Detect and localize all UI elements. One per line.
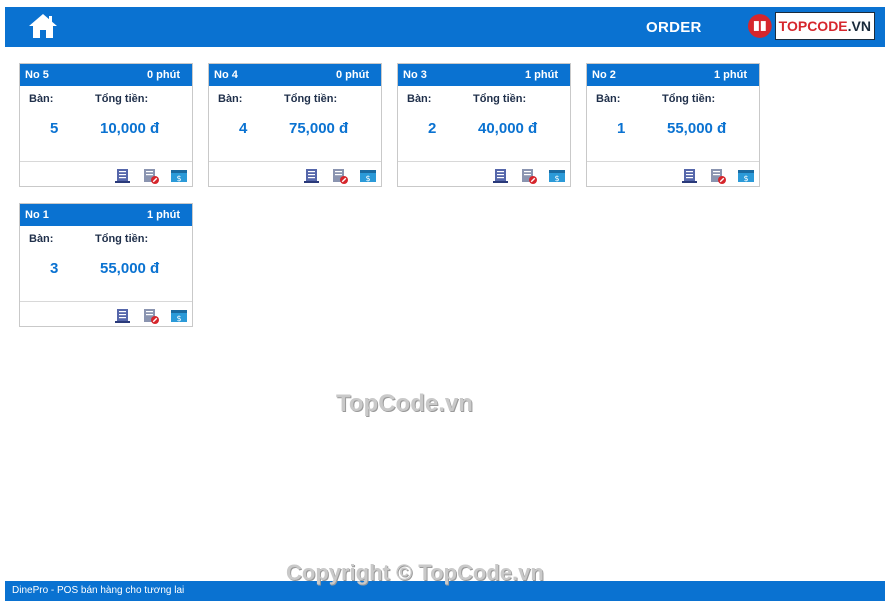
order-actions: $ [492, 168, 566, 184]
total-label: Tổng tiền: [95, 233, 149, 245]
order-labels: Bàn: Tổng tiền: [596, 93, 756, 105]
card-divider [209, 161, 381, 162]
svg-text:$: $ [176, 174, 181, 183]
order-card[interactable]: No 3 1 phút Bàn: Tổng tiền: 2 40,000 đ $ [397, 63, 571, 187]
svg-text:$: $ [743, 174, 748, 183]
order-total: 10,000 đ [100, 120, 160, 137]
svg-text:$: $ [176, 314, 181, 323]
card-divider [587, 161, 759, 162]
order-total: 55,000 đ [667, 120, 727, 137]
receipt-icon[interactable] [114, 308, 132, 324]
receipt-icon[interactable] [492, 168, 510, 184]
card-divider [398, 161, 570, 162]
payment-icon[interactable]: $ [737, 168, 755, 184]
payment-icon[interactable]: $ [170, 308, 188, 324]
order-card-header: No 1 1 phút [20, 204, 192, 226]
order-actions: $ [681, 168, 755, 184]
cancel-order-icon[interactable] [142, 308, 160, 324]
order-number: No 2 [592, 69, 616, 81]
home-button[interactable] [27, 11, 59, 41]
receipt-icon[interactable] [303, 168, 321, 184]
order-elapsed-time: 1 phút [525, 69, 558, 81]
table-label: Bàn: [29, 233, 54, 245]
table-number: 5 [50, 120, 59, 137]
watermark: TopCode.vn [336, 390, 473, 417]
order-card[interactable]: No 5 0 phút Bàn: Tổng tiền: 5 10,000 đ $ [19, 63, 193, 187]
order-total: 75,000 đ [289, 120, 349, 137]
order-number: No 5 [25, 69, 49, 81]
total-label: Tổng tiền: [284, 93, 338, 105]
table-number: 3 [50, 260, 59, 277]
cancel-order-icon[interactable] [520, 168, 538, 184]
total-label: Tổng tiền: [473, 93, 527, 105]
svg-text:$: $ [554, 174, 559, 183]
brand-logo: TOPCODE.VN [747, 10, 875, 42]
order-labels: Bàn: Tổng tiền: [407, 93, 567, 105]
table-label: Bàn: [596, 93, 621, 105]
cancel-order-icon[interactable] [709, 168, 727, 184]
table-label: Bàn: [218, 93, 243, 105]
table-number: 4 [239, 120, 248, 137]
order-labels: Bàn: Tổng tiền: [29, 233, 189, 245]
card-divider [20, 301, 192, 302]
order-elapsed-time: 1 phút [714, 69, 747, 81]
order-number: No 1 [25, 209, 49, 221]
svg-text:$: $ [365, 174, 370, 183]
order-card[interactable]: No 2 1 phút Bàn: Tổng tiền: 1 55,000 đ $ [586, 63, 760, 187]
table-number: 1 [617, 120, 626, 137]
order-elapsed-time: 0 phút [147, 69, 180, 81]
total-label: Tổng tiền: [662, 93, 716, 105]
order-total: 55,000 đ [100, 260, 160, 277]
home-icon [29, 14, 57, 38]
order-number: No 3 [403, 69, 427, 81]
table-label: Bàn: [29, 93, 54, 105]
copyright-watermark: Copyright © TopCode.vn [286, 560, 544, 585]
order-elapsed-time: 1 phút [147, 209, 180, 221]
total-label: Tổng tiền: [95, 93, 149, 105]
receipt-icon[interactable] [114, 168, 132, 184]
page-title: ORDER [646, 19, 702, 36]
order-card-header: No 3 1 phút [398, 64, 570, 86]
order-actions: $ [114, 168, 188, 184]
cancel-order-icon[interactable] [331, 168, 349, 184]
order-actions: $ [114, 308, 188, 324]
brand-name: TOPCODE.VN [774, 12, 875, 40]
logo-mark-icon [747, 14, 772, 38]
order-labels: Bàn: Tổng tiền: [218, 93, 378, 105]
payment-icon[interactable]: $ [359, 168, 377, 184]
table-number: 2 [428, 120, 437, 137]
receipt-icon[interactable] [681, 168, 699, 184]
cancel-order-icon[interactable] [142, 168, 160, 184]
order-actions: $ [303, 168, 377, 184]
order-number: No 4 [214, 69, 238, 81]
order-card-header: No 5 0 phút [20, 64, 192, 86]
order-card-header: No 2 1 phút [587, 64, 759, 86]
payment-icon[interactable]: $ [170, 168, 188, 184]
order-card-header: No 4 0 phút [209, 64, 381, 86]
top-bar: ORDER TOPCODE.VN [5, 7, 885, 47]
payment-icon[interactable]: $ [548, 168, 566, 184]
order-total: 40,000 đ [478, 120, 538, 137]
footer-text: DinePro - POS bán hàng cho tương lai [12, 585, 185, 596]
card-divider [20, 161, 192, 162]
table-label: Bàn: [407, 93, 432, 105]
order-card[interactable]: No 1 1 phút Bàn: Tổng tiền: 3 55,000 đ $ [19, 203, 193, 327]
order-labels: Bàn: Tổng tiền: [29, 93, 189, 105]
order-elapsed-time: 0 phút [336, 69, 369, 81]
order-card[interactable]: No 4 0 phút Bàn: Tổng tiền: 4 75,000 đ $ [208, 63, 382, 187]
